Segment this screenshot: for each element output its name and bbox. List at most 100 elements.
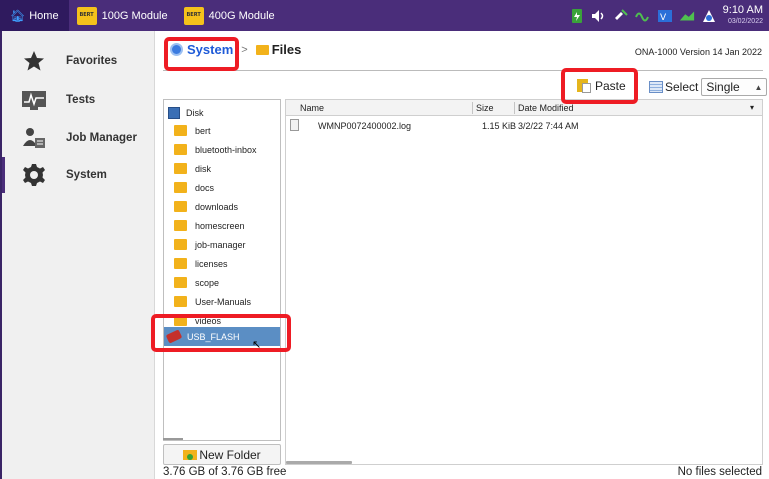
- select-mode-group: Select Single ▲︎: [649, 78, 768, 96]
- tab-400g-module[interactable]: BERT 400G Module: [176, 0, 283, 31]
- chart-icon: [20, 86, 48, 114]
- disk-icon: [168, 106, 180, 119]
- tree-item-folder[interactable]: docs: [164, 178, 280, 197]
- table-row[interactable]: WMNP0072400002.log 1.15 KiB 3/2/22 7:44 …: [286, 118, 762, 134]
- header-divider: [163, 70, 763, 71]
- folder-icon: [174, 201, 187, 212]
- update-icon[interactable]: [701, 8, 717, 24]
- tab-home[interactable]: 🏠︎ Home: [0, 0, 69, 31]
- highlight-paste: [561, 68, 638, 104]
- file-date: 3/2/22 7:44 AM: [518, 121, 579, 131]
- tree-scrollbar[interactable]: [163, 438, 183, 440]
- tree-item-label: disk: [195, 163, 212, 174]
- sidebar-item-favorites[interactable]: Favorites: [2, 43, 155, 79]
- folder-icon: [174, 163, 187, 174]
- sidebar-item-label: Tests: [66, 94, 96, 106]
- tree-item-label: Disk: [186, 107, 204, 118]
- tree-item-folder[interactable]: job-manager: [164, 235, 280, 254]
- column-size[interactable]: Size: [476, 103, 494, 113]
- folder-icon: [174, 277, 187, 288]
- version-label: ONA-1000 Version 14 Jan 2022: [634, 47, 762, 57]
- tree-item-label: job-manager: [195, 239, 246, 250]
- speaker-icon[interactable]: [591, 8, 607, 24]
- sidebar-item-label: Favorites: [66, 55, 118, 67]
- network-icon[interactable]: [679, 8, 695, 24]
- column-date-modified[interactable]: Date Modified: [518, 103, 574, 113]
- selection-status: No files selected: [677, 466, 762, 478]
- folder-icon: [174, 125, 187, 136]
- home-icon: 🏠︎: [10, 8, 26, 23]
- tree-item-label: licenses: [195, 258, 228, 269]
- column-name[interactable]: Name: [300, 103, 324, 113]
- tree-item-folder[interactable]: scope: [164, 273, 280, 292]
- sidebar-item-system[interactable]: System: [2, 157, 155, 193]
- breadcrumb-separator: >: [241, 43, 248, 56]
- tree-item-label: scope: [195, 277, 220, 288]
- gps-icon[interactable]: [613, 8, 629, 24]
- tree-item-folder[interactable]: bert: [164, 121, 280, 140]
- new-folder-button[interactable]: New Folder: [163, 444, 281, 465]
- folder-icon: [174, 296, 187, 307]
- svg-text:V: V: [660, 13, 667, 23]
- tree-item-folder[interactable]: bluetooth-inbox: [164, 140, 280, 159]
- tree-item-folder[interactable]: User-Manuals: [164, 292, 280, 311]
- updown-arrow-icon: ▲︎: [754, 82, 763, 92]
- bert-icon: BERT: [76, 6, 97, 25]
- bert-icon-label: BERT: [79, 12, 94, 18]
- tree-item-folder[interactable]: disk: [164, 159, 280, 178]
- file-list-scrollbar[interactable]: [286, 461, 352, 464]
- file-name: WMNP0072400002.log: [318, 121, 412, 131]
- breadcrumb-files: Files: [271, 42, 302, 57]
- sidebar-item-label: System: [66, 169, 107, 181]
- star-icon: [20, 47, 48, 75]
- tab-100g-label: 100G Module: [101, 9, 168, 22]
- tree-item-label: bluetooth-inbox: [195, 144, 257, 155]
- vnc-icon[interactable]: V: [657, 8, 673, 24]
- sidebar-item-label: Job Manager: [66, 132, 137, 144]
- tree-item-folder[interactable]: downloads: [164, 197, 280, 216]
- highlight-usb-flash: [151, 314, 291, 352]
- file-size: 1.15 KiB: [482, 121, 517, 131]
- folder-icon: [174, 239, 187, 250]
- clock-time: 9:10 AM: [722, 3, 763, 16]
- folder-icon: [174, 182, 187, 193]
- top-bar: 🏠︎ Home BERT 100G Module BERT 400G Modul…: [0, 0, 769, 31]
- tab-400g-label: 400G Module: [208, 9, 275, 22]
- select-list-icon: [649, 81, 663, 93]
- new-folder-icon: [183, 449, 198, 460]
- clock: 9:10 AM 03/02/2022: [722, 3, 763, 27]
- highlight-system: [164, 37, 239, 71]
- battery-charging-icon[interactable]: [569, 8, 585, 24]
- bert-icon-label: BERT: [186, 12, 201, 18]
- tree-item-label: downloads: [195, 201, 239, 212]
- select-mode-dropdown[interactable]: Single ▲︎: [701, 78, 768, 96]
- status-area: V 9:10 AM 03/02/2022: [569, 0, 769, 31]
- sidebar: Favorites Tests Job Manager System: [2, 31, 155, 479]
- tab-100g-module[interactable]: BERT 100G Module: [69, 0, 176, 31]
- tree-item-folder[interactable]: homescreen: [164, 216, 280, 235]
- select-mode-value: Single: [706, 80, 740, 94]
- sidebar-item-tests[interactable]: Tests: [2, 82, 155, 118]
- file-list-header: Name Size Date Modified ▾: [286, 100, 762, 116]
- file-list[interactable]: Name Size Date Modified ▾ WMNP0072400002…: [285, 99, 763, 465]
- free-space-status: 3.76 GB of 3.76 GB free: [163, 466, 287, 478]
- tab-home-label: Home: [29, 9, 59, 22]
- signal-icon[interactable]: [634, 8, 651, 24]
- tree-item-label: homescreen: [195, 220, 245, 231]
- column-menu-icon[interactable]: ▾: [750, 103, 754, 112]
- tree-item-folder[interactable]: licenses: [164, 254, 280, 273]
- folder-tree[interactable]: Disk bert bluetooth-inbox disk docs down…: [163, 99, 281, 441]
- gear-icon: [20, 161, 48, 189]
- bert-icon: BERT: [183, 6, 204, 25]
- clock-date: 03/02/2022: [727, 17, 763, 25]
- sidebar-item-job-manager[interactable]: Job Manager: [2, 120, 155, 156]
- new-folder-label: New Folder: [199, 447, 261, 462]
- file-icon: [290, 119, 299, 131]
- tree-item-label: bert: [195, 125, 211, 136]
- folder-icon: [174, 258, 187, 269]
- folder-icon: [255, 44, 269, 55]
- tree-item-label: docs: [195, 182, 215, 193]
- person-list-icon: [20, 124, 48, 152]
- folder-icon: [174, 144, 187, 155]
- tree-item-disk[interactable]: Disk: [164, 103, 280, 122]
